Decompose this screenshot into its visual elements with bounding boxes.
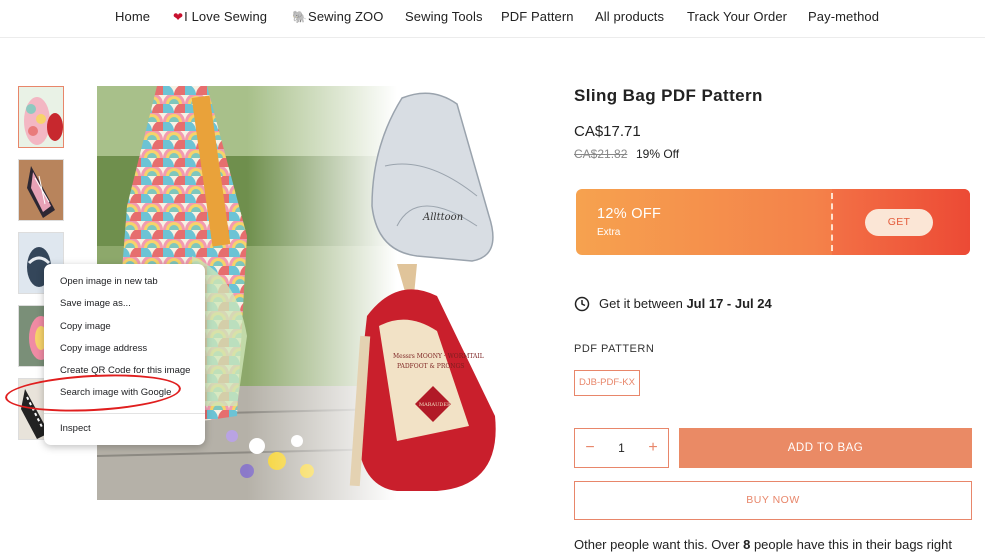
ctx-copy-image-address[interactable]: Copy image address: [60, 343, 147, 354]
coupon-percent: 12% OFF: [597, 206, 662, 222]
ctx-copy-image[interactable]: Copy image: [60, 321, 111, 332]
nav-track-order[interactable]: Track Your Order: [687, 9, 787, 24]
ctx-separator: [44, 413, 205, 414]
product-title: Sling Bag PDF Pattern: [574, 86, 763, 105]
top-navigation: Home ❤I Love Sewing 🐘Sewing ZOO Sewing T…: [0, 0, 985, 38]
social-prefix: Other people want this. Over: [574, 537, 744, 552]
ctx-inspect[interactable]: Inspect: [60, 423, 91, 434]
buy-now-button[interactable]: BUY NOW: [574, 481, 972, 520]
coupon-divider: [831, 193, 833, 251]
nav-sewing-zoo[interactable]: 🐘Sewing ZOO: [292, 9, 383, 24]
nav-all-products[interactable]: All products: [595, 9, 664, 24]
nav-label: I Love Sewing: [184, 9, 268, 24]
discount-label: 19% Off: [636, 147, 680, 161]
elephant-icon: 🐘: [292, 10, 308, 24]
quantity-stepper: − +: [574, 428, 669, 468]
clock-icon: [574, 296, 590, 311]
nav-label: Sewing ZOO: [308, 9, 384, 24]
delivery-end: Jul 24: [734, 296, 772, 311]
delivery-estimate: Get it between Jul 17 - Jul 24: [574, 296, 772, 312]
social-suffix: people have this in their bags right: [750, 537, 952, 552]
delivery-prefix: Get it between: [599, 296, 687, 311]
thumbnail-1[interactable]: [18, 86, 64, 148]
ctx-create-qr-code[interactable]: Create QR Code for this image: [60, 365, 190, 376]
quantity-increase-button[interactable]: +: [638, 429, 668, 467]
context-menu: Open image in new tab Save image as... C…: [44, 264, 205, 445]
nav-pay-method[interactable]: Pay-method: [808, 9, 879, 24]
quantity-input[interactable]: [605, 429, 638, 467]
nav-i-love-sewing[interactable]: ❤I Love Sewing: [173, 9, 267, 24]
brand-label: Allttoon: [422, 212, 463, 223]
social-proof-text: Other people want this. Over 8 people ha…: [574, 537, 952, 552]
nav-pdf-pattern[interactable]: PDF Pattern: [501, 9, 574, 24]
svg-text:Messrs MOONY · WORMTAIL: Messrs MOONY · WORMTAIL: [393, 353, 484, 360]
coupon-get-button[interactable]: GET: [865, 209, 933, 236]
original-price: CA$21.82: [574, 147, 628, 161]
variant-label: PDF PATTERN: [574, 343, 655, 355]
svg-text:PADFOOT & PRONGS: PADFOOT & PRONGS: [397, 363, 464, 370]
nav-home[interactable]: Home: [115, 9, 150, 24]
sale-price: CA$17.71: [574, 123, 641, 140]
delivery-sep: -: [723, 296, 735, 311]
coupon-card: 12% OFF Extra GET: [576, 189, 970, 255]
ctx-save-image[interactable]: Save image as...: [60, 298, 131, 309]
svg-text:MARAUDER'S: MARAUDER'S: [419, 402, 456, 408]
heart-icon: ❤: [173, 10, 184, 24]
ctx-open-new-tab[interactable]: Open image in new tab: [60, 276, 158, 287]
variant-option[interactable]: DJB-PDF-KX: [574, 370, 640, 396]
thumbnail-2[interactable]: [18, 159, 64, 221]
coupon-subtitle: Extra: [597, 227, 621, 238]
delivery-start: Jul 17: [686, 296, 724, 311]
add-to-bag-button[interactable]: ADD TO BAG: [679, 428, 972, 468]
quantity-decrease-button[interactable]: −: [575, 429, 605, 467]
ctx-search-with-google[interactable]: Search image with Google: [60, 387, 171, 398]
nav-sewing-tools[interactable]: Sewing Tools: [405, 9, 483, 24]
